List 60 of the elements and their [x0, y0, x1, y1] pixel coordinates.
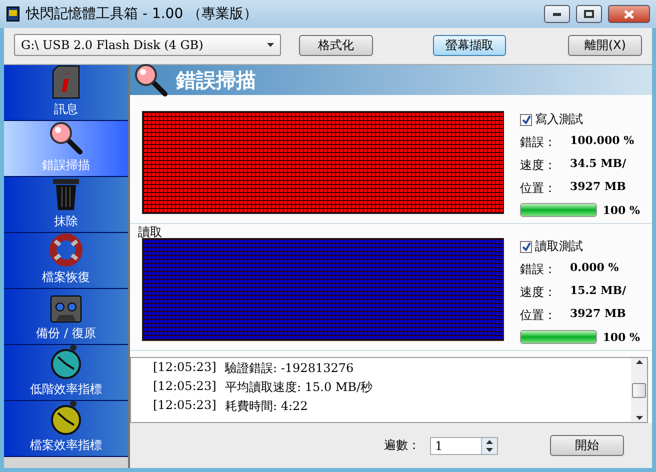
sidebar-item[interactable]: 備份 / 復原 — [4, 289, 128, 345]
stat-label: 位置： — [520, 180, 557, 197]
dropdown-arrow-icon — [266, 43, 274, 47]
toolbar-button[interactable]: 格式化 — [298, 34, 373, 56]
stat-value: 15.2 MB/ — [570, 284, 626, 299]
window-title: 快閃記憶體工具箱 - 1.00 （專業版） — [26, 5, 259, 23]
app-icon — [6, 6, 20, 22]
info-icon — [52, 65, 80, 99]
close-icon — [624, 10, 634, 18]
stat-label: 錯誤： — [520, 134, 557, 151]
passes-label: 遍數： — [384, 437, 420, 454]
test-checkbox[interactable]: 寫入測試 — [520, 111, 640, 128]
cassette-tape-icon — [50, 295, 82, 323]
stopwatch-icon — [50, 401, 82, 435]
trash-can-icon — [52, 177, 80, 211]
start-button[interactable]: 開始 — [550, 435, 624, 456]
close-button[interactable] — [608, 5, 650, 23]
spin-down-icon — [486, 448, 493, 452]
stat-value: 0.000 % — [570, 261, 619, 276]
maximize-button[interactable] — [576, 5, 602, 23]
stat-value: 100.000 % — [570, 134, 634, 149]
checkmark-icon — [522, 115, 530, 124]
toolbar-button[interactable]: 離開(X) — [568, 34, 642, 56]
sidebar-item[interactable]: 抹除 — [4, 177, 128, 233]
stat-value: 3927 MB — [570, 180, 626, 195]
stat-label: 位置： — [520, 307, 557, 324]
section-header: 錯誤掃描 — [130, 65, 652, 95]
section-label: 讀取 — [138, 224, 163, 238]
log-message: 耗費時間: 4:22 — [225, 398, 308, 415]
log-message: 驗證錯誤: -192813276 — [225, 360, 354, 377]
lifebuoy-icon — [49, 233, 83, 267]
drive-dropdown[interactable]: G:\ USB 2.0 Flash Disk (4 GB) — [14, 34, 281, 56]
checkmark-icon — [522, 242, 530, 251]
sidebar-item[interactable]: 訊息 — [4, 65, 128, 121]
stat-label: 速度： — [520, 284, 557, 301]
maximize-icon — [584, 10, 594, 18]
stat-label: 速度： — [520, 157, 557, 174]
sidebar-item[interactable]: 低階效率指標 — [4, 345, 128, 401]
test-checkbox[interactable]: 讀取測試 — [520, 238, 640, 255]
passes-spinner[interactable]: 1 — [430, 436, 498, 454]
stat-value: 3927 MB — [570, 307, 626, 322]
stat-label: 錯誤： — [520, 261, 557, 278]
scroll-down-icon — [636, 416, 642, 420]
scrollbar[interactable] — [631, 358, 647, 422]
log-message: 平均讀取速度: 15.0 MB/秒 — [225, 379, 373, 396]
stopwatch-icon — [50, 345, 82, 379]
sidebar-item[interactable]: 檔案效率指標 — [4, 401, 128, 457]
log-time: [12:05:23] — [153, 360, 218, 376]
toolbar-button[interactable]: 螢幕擷取 — [432, 34, 506, 56]
minimize-button[interactable] — [544, 5, 570, 23]
magnifier-icon — [49, 121, 83, 155]
scroll-up-icon — [636, 360, 642, 364]
log-time: [12:05:23] — [153, 398, 218, 414]
log-time: [12:05:23] — [153, 379, 218, 395]
minimize-icon — [553, 12, 561, 16]
progress-percent: 100 % — [602, 204, 640, 216]
progress-percent: 100 % — [602, 330, 640, 344]
spin-up-icon — [486, 440, 493, 444]
stat-value: 34.5 MB/ — [570, 157, 626, 172]
sidebar-item[interactable]: 檔案恢復 — [4, 233, 128, 289]
